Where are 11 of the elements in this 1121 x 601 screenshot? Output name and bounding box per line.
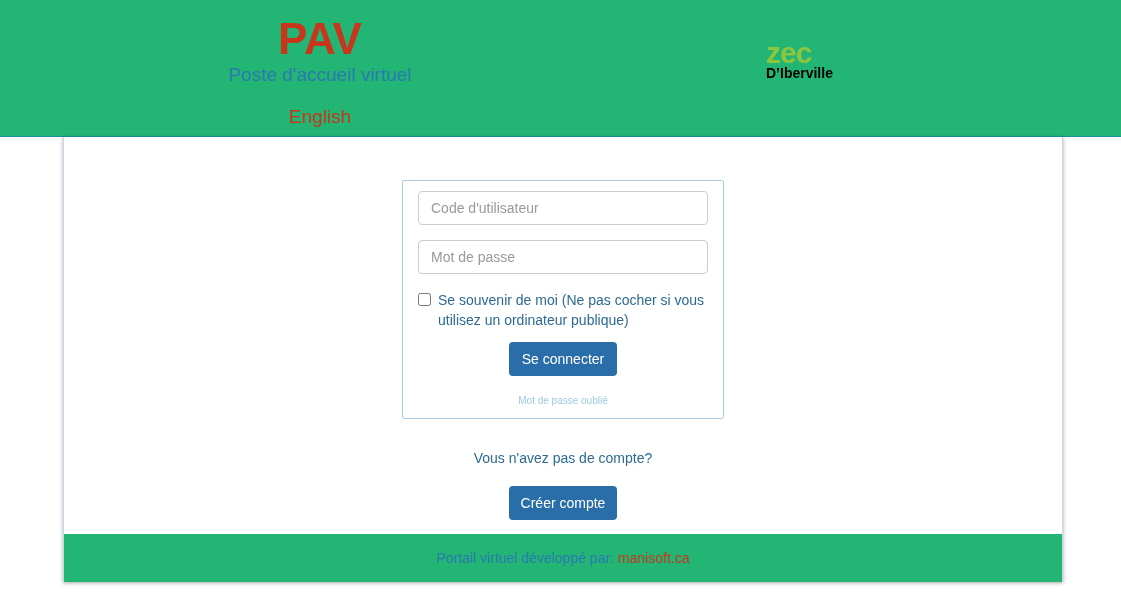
password-field[interactable]: Mot de passe bbox=[418, 240, 708, 274]
footer-credit: Portail virtuel développé par: manisoft.ca bbox=[436, 548, 690, 568]
create-account-button[interactable]: Créer compte bbox=[508, 486, 618, 520]
username-field[interactable]: Code d'utilisateur bbox=[418, 191, 708, 225]
app-title: PAV bbox=[278, 14, 362, 64]
signup-prompt: Vous n'avez pas de compte? bbox=[473, 449, 653, 468]
login-button[interactable]: Se connecter bbox=[508, 342, 618, 376]
app-subtitle: Poste d'accueil virtuel bbox=[228, 64, 412, 86]
remember-label[interactable]: Se souvenir de moi (Ne pas cocher si vous utilisez un ordinateur publique) bbox=[438, 290, 708, 330]
logo: zec D’Iberville bbox=[766, 40, 833, 83]
remember-checkbox[interactable] bbox=[418, 293, 431, 306]
